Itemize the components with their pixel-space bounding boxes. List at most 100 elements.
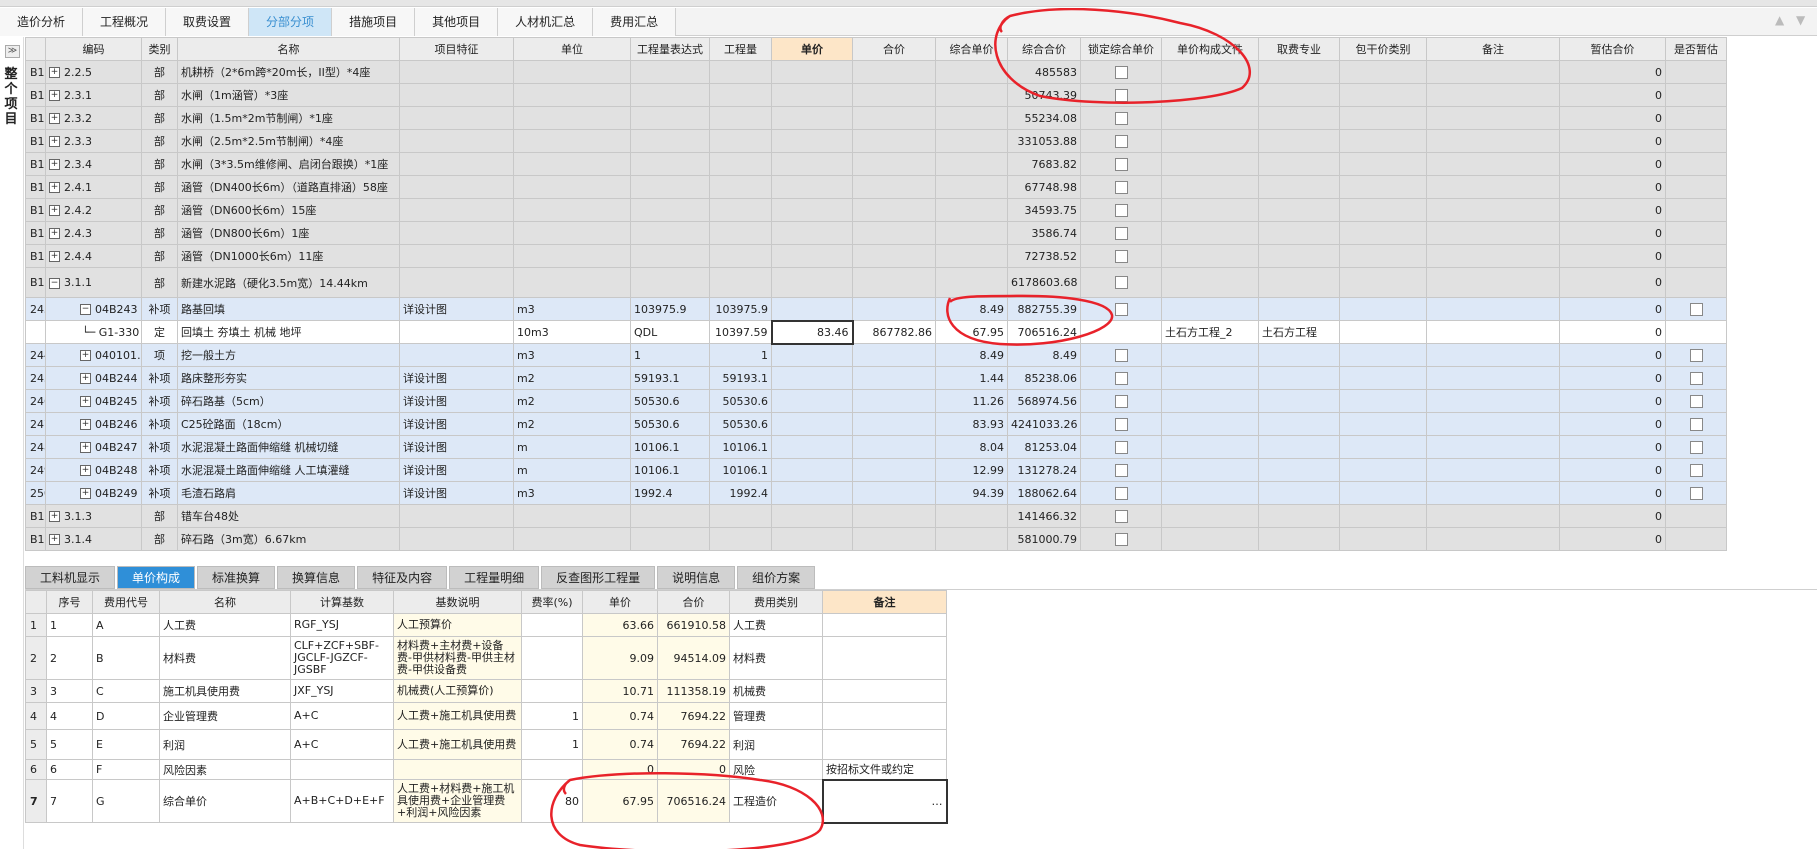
expr-cell[interactable] <box>630 152 710 176</box>
lock-checkbox[interactable] <box>1114 134 1128 148</box>
expand-toggle-icon[interactable]: + <box>49 511 60 522</box>
expr-cell[interactable] <box>630 221 710 245</box>
name-cell[interactable]: 错车台48处 <box>177 504 400 528</box>
detail-tab[interactable]: 工程量明细 <box>449 566 540 589</box>
expr-cell[interactable]: 50530.6 <box>630 389 710 413</box>
expand-toggle-icon[interactable]: + <box>80 350 91 361</box>
lock-checkbox[interactable] <box>1114 226 1128 240</box>
price-file-cell[interactable] <box>1161 83 1259 107</box>
note-cell[interactable] <box>1426 60 1560 84</box>
top-tab[interactable]: 分部分项 <box>249 8 333 36</box>
qty-cell[interactable] <box>709 198 772 222</box>
table-row[interactable]: 6 6 F 风险因素 0 0 风险 按招标文件或约定 <box>25 759 947 780</box>
note-cell[interactable] <box>1426 481 1560 505</box>
lock-checkbox[interactable] <box>1114 276 1128 290</box>
price-file-cell[interactable] <box>1161 152 1259 176</box>
fee-name-cell[interactable]: 人工费 <box>159 613 291 637</box>
package-cell[interactable] <box>1339 343 1427 367</box>
package-cell[interactable] <box>1339 60 1427 84</box>
qty-cell[interactable] <box>709 175 772 199</box>
fee-category-cell[interactable]: 机械费 <box>729 679 823 703</box>
qty-cell[interactable]: 10397.59 <box>709 320 772 344</box>
fee-code-cell[interactable]: G <box>92 779 160 823</box>
table-row[interactable]: 3 3 C 施工机具使用费 JXF_YSJ 机械费(人工预算价) 10.71 111358.1… <box>25 679 947 703</box>
note-cell[interactable] <box>1426 343 1560 367</box>
lock-checkbox[interactable] <box>1114 440 1128 454</box>
table-row[interactable]: B1 +2.3.1 部水闸（1m涵管）*3座 50743.39 0 <box>25 83 1727 107</box>
note-cell[interactable] <box>1426 412 1560 436</box>
note-cell[interactable] <box>1426 320 1560 344</box>
lock-checkbox[interactable] <box>1114 532 1128 546</box>
column-header[interactable]: 费用类别 <box>729 590 823 614</box>
unit-cell[interactable]: 10m3 <box>513 320 631 344</box>
price-file-cell[interactable] <box>1161 366 1259 390</box>
column-header[interactable]: 类别 <box>141 37 178 61</box>
rate-cell[interactable] <box>521 636 583 680</box>
package-cell[interactable] <box>1339 527 1427 551</box>
expand-toggle-icon[interactable]: + <box>49 113 60 124</box>
column-header[interactable]: 锁定综合单价 <box>1080 37 1162 61</box>
fee-spec-cell[interactable]: 土石方工程 <box>1258 320 1340 344</box>
calc-base-cell[interactable]: CLF+ZCF+SBF-JGCLF-JGZCF-JGSBF <box>290 636 394 680</box>
feature-cell[interactable]: 详设计图 <box>399 481 514 505</box>
expand-toggle-icon[interactable]: + <box>80 396 91 407</box>
name-cell[interactable]: 涵管（DN400长6m）（道路直排涵）58座 <box>177 175 400 199</box>
price-file-cell[interactable] <box>1161 389 1259 413</box>
price-file-cell[interactable] <box>1161 175 1259 199</box>
table-row[interactable]: 248+04B247补项水泥混凝土路面伸缩缝 机械切缝详设计图m10106.11… <box>25 435 1727 459</box>
unit-cell[interactable] <box>513 106 631 130</box>
unit-price-cell[interactable] <box>771 60 853 84</box>
column-header[interactable]: 暂估合价 <box>1559 37 1666 61</box>
package-cell[interactable] <box>1339 458 1427 482</box>
qty-cell[interactable] <box>709 152 772 176</box>
expr-cell[interactable] <box>630 198 710 222</box>
note-cell[interactable] <box>1426 244 1560 268</box>
lock-checkbox[interactable] <box>1114 88 1128 102</box>
price-file-cell[interactable] <box>1161 343 1259 367</box>
fee-code-cell[interactable]: F <box>92 759 160 780</box>
name-cell[interactable]: 碎石路基（5cm） <box>177 389 400 413</box>
note-cell[interactable] <box>1426 389 1560 413</box>
feature-cell[interactable] <box>399 152 514 176</box>
top-tab[interactable]: 工程概况 <box>83 8 167 36</box>
price-file-cell[interactable] <box>1161 435 1259 459</box>
feature-cell[interactable]: 详设计图 <box>399 366 514 390</box>
table-row[interactable]: 246+04B245补项碎石路基（5cm）详设计图m250530.650530.… <box>25 389 1727 413</box>
price-file-cell[interactable] <box>1161 60 1259 84</box>
estimate-checkbox[interactable] <box>1689 348 1703 362</box>
unit-price-cell[interactable] <box>771 106 853 130</box>
note-cell[interactable] <box>1426 527 1560 551</box>
expand-toggle-icon[interactable]: − <box>80 304 91 315</box>
qty-cell[interactable]: 1 <box>709 343 772 367</box>
expr-cell[interactable] <box>630 527 710 551</box>
table-row[interactable]: B1 +2.4.4 部涵管（DN1000长6m）11座 72738.52 0 <box>25 244 1727 268</box>
unit-cell[interactable]: m3 <box>513 343 631 367</box>
expr-cell[interactable]: 50530.6 <box>630 412 710 436</box>
fee-category-cell[interactable]: 工程造价 <box>729 779 823 823</box>
price-file-cell[interactable] <box>1161 106 1259 130</box>
price-file-cell[interactable]: 土石方工程_2 <box>1161 320 1259 344</box>
column-header[interactable]: 序号 <box>46 590 93 614</box>
fee-name-cell[interactable]: 利润 <box>159 729 291 760</box>
unit-price-cell[interactable] <box>771 267 853 298</box>
estimate-checkbox[interactable] <box>1689 440 1703 454</box>
package-cell[interactable] <box>1339 267 1427 298</box>
table-row[interactable]: B1 +2.3.2 部水闸（1.5m*2m节制闸）*1座 55234.08 0 <box>25 106 1727 130</box>
expand-toggle-icon[interactable]: + <box>49 182 60 193</box>
feature-cell[interactable] <box>399 221 514 245</box>
qty-cell[interactable]: 1992.4 <box>709 481 772 505</box>
feature-cell[interactable] <box>399 320 514 344</box>
unit-price-cell[interactable] <box>771 198 853 222</box>
expr-cell[interactable]: 1992.4 <box>630 481 710 505</box>
name-cell[interactable]: 路基回填 <box>177 297 400 321</box>
name-cell[interactable]: 水闸（2.5m*2.5m节制闸）*4座 <box>177 129 400 153</box>
move-down-icon[interactable]: ▼ <box>1796 14 1809 27</box>
unit-cell[interactable] <box>513 267 631 298</box>
calc-base-cell[interactable] <box>290 759 394 780</box>
fee-category-cell[interactable]: 利润 <box>729 729 823 760</box>
fee-category-cell[interactable]: 人工费 <box>729 613 823 637</box>
column-header[interactable]: 备注 <box>1426 37 1560 61</box>
name-cell[interactable]: 涵管（DN1000长6m）11座 <box>177 244 400 268</box>
fee-spec-cell[interactable] <box>1258 129 1340 153</box>
name-cell[interactable]: 水闸（3*3.5m维修闸、启闭台跟换）*1座 <box>177 152 400 176</box>
